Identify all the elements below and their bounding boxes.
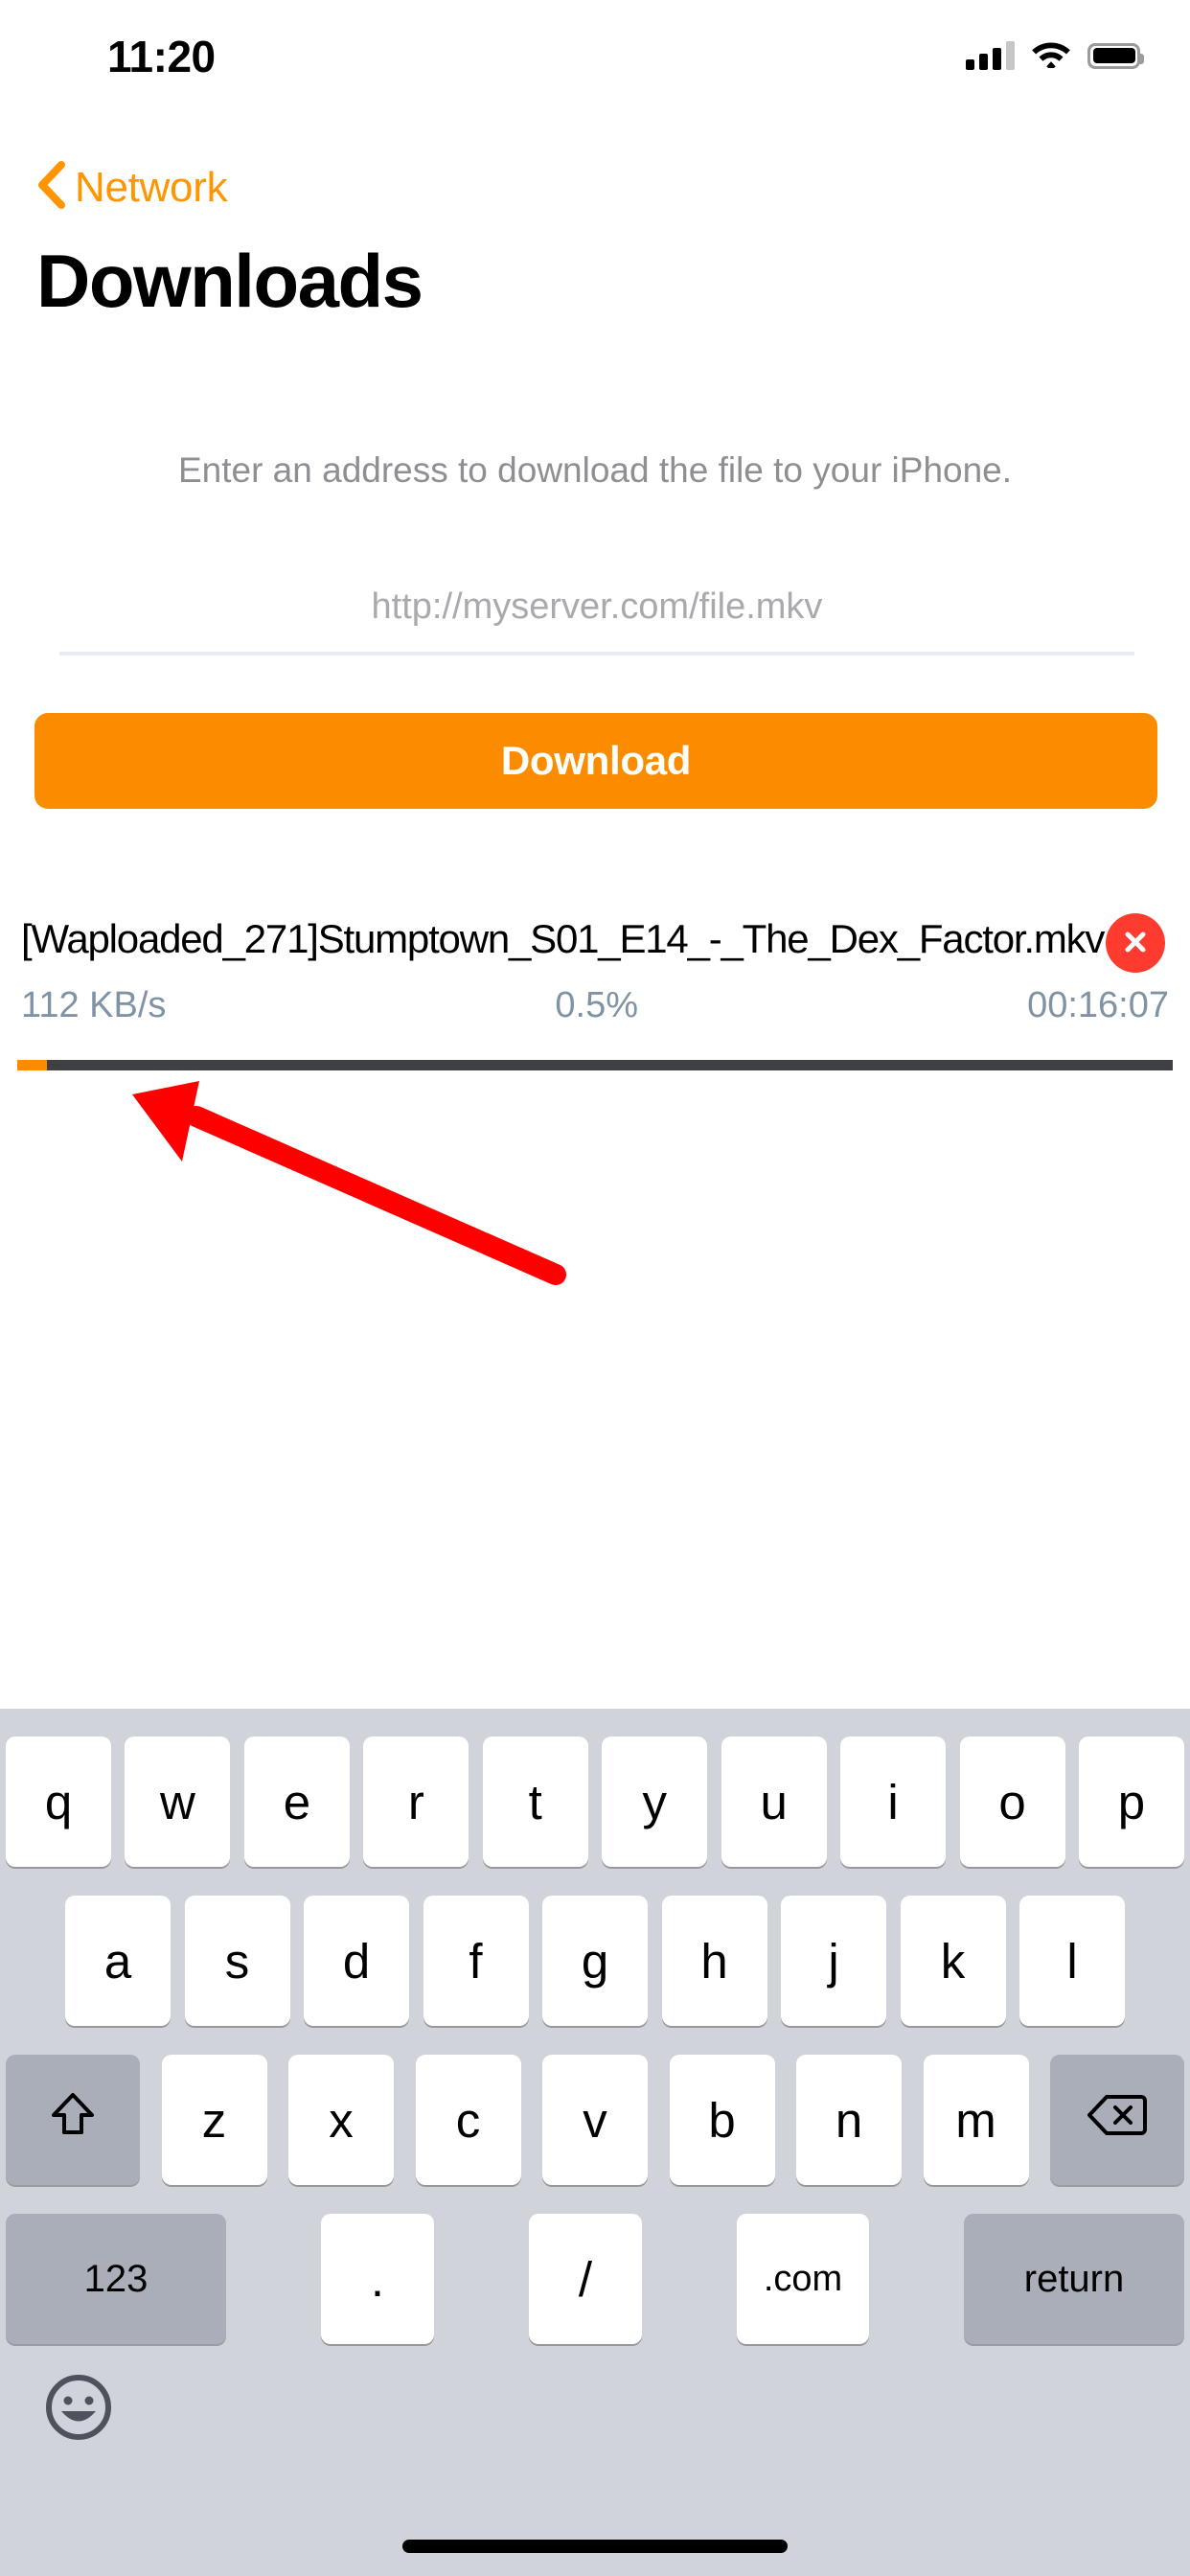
download-time-remaining: 00:16:07 — [1027, 985, 1169, 1025]
key-shift[interactable] — [6, 2055, 140, 2185]
keyboard-row-4: 123 . / .com return — [0, 2213, 1190, 2345]
close-x-icon — [1121, 928, 1150, 959]
iphone-screen: 11:20 Network Downloads Enter an address… — [0, 0, 1190, 2576]
key-p[interactable]: p — [1078, 1736, 1184, 1867]
key-r[interactable]: r — [363, 1736, 469, 1867]
key-v[interactable]: v — [542, 2055, 648, 2185]
status-bar: 11:20 — [0, 0, 1190, 105]
key-n[interactable]: n — [796, 2055, 902, 2185]
download-button[interactable]: Download — [34, 713, 1157, 809]
key-k[interactable]: k — [900, 1896, 1006, 2026]
page-title: Downloads — [36, 239, 423, 323]
key-f[interactable]: f — [423, 1896, 529, 2026]
key-backspace[interactable] — [1050, 2055, 1184, 2185]
key-l[interactable]: l — [1019, 1896, 1125, 2026]
url-input-underline — [59, 652, 1134, 656]
key-numbers[interactable]: 123 — [6, 2214, 226, 2344]
keyboard-row-3: z x c v b n m — [0, 2054, 1190, 2186]
download-speed: 112 KB/s — [21, 985, 167, 1025]
key-d[interactable]: d — [304, 1896, 409, 2026]
instruction-text: Enter an address to download the file to… — [177, 450, 1013, 490]
key-q[interactable]: q — [6, 1736, 111, 1867]
key-y[interactable]: y — [602, 1736, 708, 1867]
key-m[interactable]: m — [923, 2055, 1029, 2185]
key-a[interactable]: a — [65, 1896, 171, 2026]
url-input[interactable] — [59, 573, 1134, 640]
key-x[interactable]: x — [288, 2055, 394, 2185]
key-e[interactable]: e — [243, 1736, 350, 1867]
key-t[interactable]: t — [482, 1736, 588, 1867]
key-g[interactable]: g — [542, 1896, 648, 2026]
key-z[interactable]: z — [161, 2055, 267, 2185]
keyboard-row-2: a s d f g h j k l — [0, 1895, 1190, 2027]
shift-arrow-up-icon — [51, 2090, 95, 2150]
url-field-container — [59, 573, 1134, 656]
battery-full-icon — [1087, 42, 1144, 69]
emoji-smiley-icon — [43, 2372, 114, 2446]
home-indicator-bar — [402, 2540, 788, 2553]
key-i[interactable]: i — [840, 1736, 947, 1867]
key-o[interactable]: o — [959, 1736, 1065, 1867]
download-stats-row: 112 KB/s 0.5% 00:16:07 — [21, 985, 1169, 1026]
key-s[interactable]: s — [184, 1896, 290, 2026]
key-period[interactable]: . — [321, 2214, 434, 2344]
key-emoji[interactable] — [40, 2370, 117, 2447]
status-bar-time: 11:20 — [107, 32, 216, 81]
download-item-row: [Waploaded_271]Stumptown_S01_E14_-_The_D… — [0, 901, 1190, 1092]
cancel-download-button[interactable] — [1106, 913, 1165, 973]
key-j[interactable]: j — [781, 1896, 886, 2026]
key-u[interactable]: u — [721, 1736, 827, 1867]
download-progress-fill — [17, 1060, 48, 1070]
back-button-label: Network — [75, 163, 228, 211]
key-h[interactable]: h — [661, 1896, 767, 2026]
chevron-left-icon — [36, 161, 65, 214]
download-percent: 0.5% — [555, 985, 639, 1025]
wifi-icon — [1031, 38, 1071, 73]
download-progress-bar — [17, 1060, 1173, 1070]
cellular-signal-icon — [966, 41, 1015, 70]
key-b[interactable]: b — [669, 2055, 775, 2185]
key-c[interactable]: c — [415, 2055, 521, 2185]
backspace-delete-icon — [1087, 2092, 1147, 2149]
key-slash[interactable]: / — [529, 2214, 642, 2344]
key-return[interactable]: return — [964, 2214, 1184, 2344]
status-bar-indicators — [966, 38, 1144, 73]
download-filename: [Waploaded_271]Stumptown_S01_E14_-_The_D… — [21, 916, 1105, 961]
back-button-network[interactable]: Network — [36, 161, 228, 214]
keyboard-row-1: q w e r t y u i o p — [0, 1736, 1190, 1868]
key-w[interactable]: w — [125, 1736, 231, 1867]
software-keyboard: q w e r t y u i o p a s d f g h j k l z … — [0, 1709, 1190, 2576]
key-dotcom[interactable]: .com — [737, 2214, 869, 2344]
